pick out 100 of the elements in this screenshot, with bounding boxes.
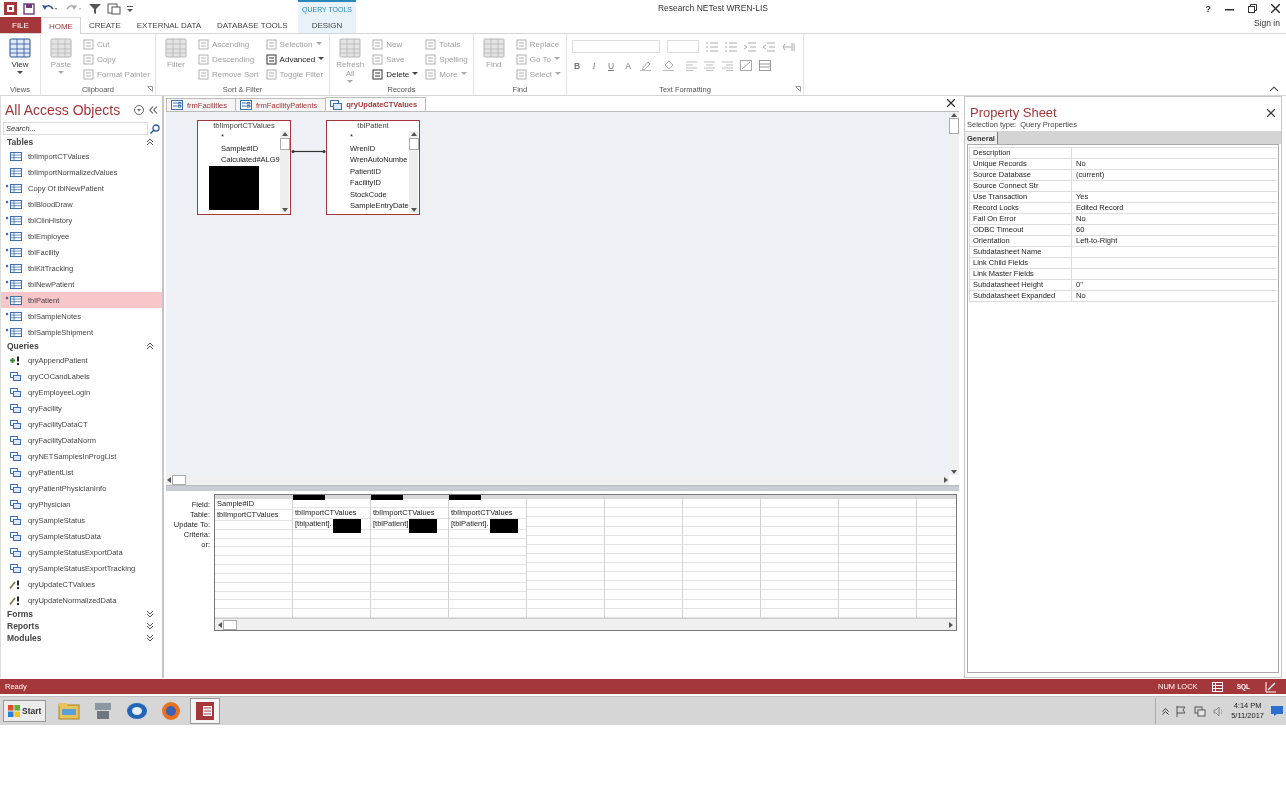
- scrollbar-thumb[interactable]: [408, 138, 419, 150]
- taskbar-button[interactable]: [190, 698, 221, 724]
- close-icon[interactable]: [1271, 4, 1280, 13]
- chevron-down-icon[interactable]: [146, 610, 154, 618]
- group-header[interactable]: Reports: [7, 621, 40, 631]
- scroll-down-arrow-icon[interactable]: [280, 207, 289, 213]
- caret-icon: [554, 57, 560, 61]
- ring-icon: [126, 701, 149, 721]
- close-icon[interactable]: [947, 99, 955, 107]
- chevron-up-icon[interactable]: [146, 342, 154, 350]
- ribbon-tab[interactable]: EXTERNAL DATA: [128, 17, 210, 33]
- form-icon: [171, 100, 183, 110]
- globe-icon: [160, 701, 183, 721]
- format-button[interactable]: U: [606, 60, 616, 71]
- group-header[interactable]: Queries: [7, 341, 39, 351]
- scrollbar-thumb[interactable]: [949, 118, 959, 134]
- start-button[interactable]: Start: [3, 700, 47, 722]
- scroll-left-arrow-icon[interactable]: [166, 476, 172, 484]
- scroll-down-arrow-icon[interactable]: [409, 207, 418, 213]
- flag-icon[interactable]: [1176, 705, 1188, 717]
- dialog-launcher-icon[interactable]: [795, 86, 801, 92]
- ribbon-button[interactable]: View: [5, 36, 35, 75]
- command-icon: [372, 53, 384, 65]
- command-icon: [265, 53, 277, 65]
- show-hidden-icons-icon[interactable]: [1162, 707, 1170, 715]
- scroll-up-arrow-icon[interactable]: [409, 131, 418, 137]
- command-icon: [425, 53, 437, 65]
- scrollbar-thumb[interactable]: [223, 619, 237, 630]
- chevron-up-icon[interactable]: [146, 138, 154, 146]
- help-button[interactable]: ?: [1205, 3, 1211, 14]
- ribbon-tab[interactable]: FILE: [0, 17, 41, 33]
- group-header[interactable]: Modules: [7, 633, 42, 643]
- ribbon-tab[interactable]: HOME: [40, 17, 81, 34]
- scroll-down-arrow-icon[interactable]: [950, 469, 958, 475]
- gridlines-icon[interactable]: [759, 60, 771, 71]
- command-icon: [197, 53, 209, 65]
- dropdown-circle-icon[interactable]: [134, 105, 144, 115]
- navigation-title[interactable]: All Access Objects: [5, 102, 129, 118]
- scroll-left-arrow-icon[interactable]: [217, 620, 223, 629]
- scroll-up-arrow-icon[interactable]: [280, 131, 289, 137]
- close-icon[interactable]: [1267, 108, 1275, 117]
- scroll-right-arrow-icon[interactable]: [943, 476, 949, 484]
- format-button[interactable]: A: [623, 60, 633, 71]
- ribbon-tab[interactable]: DESIGN: [298, 17, 356, 33]
- command-icon: [515, 68, 527, 80]
- ribbon-button[interactable]: Advanced: [265, 53, 325, 65]
- save-icon[interactable]: [23, 2, 35, 15]
- speech-bubble-icon[interactable]: [1271, 706, 1283, 716]
- group-header[interactable]: Tables: [7, 137, 34, 147]
- speaker-icon[interactable]: [1213, 705, 1225, 717]
- join-line[interactable]: [291, 149, 326, 154]
- datasheet-view-icon[interactable]: [1211, 681, 1223, 692]
- format-button[interactable]: B: [572, 60, 582, 71]
- caret-icon: [412, 72, 419, 76]
- caret-icon: [17, 71, 23, 75]
- command-icon: [9, 38, 31, 58]
- command-icon: [425, 68, 437, 80]
- scrollbar-thumb[interactable]: [279, 138, 290, 150]
- folder-icon: [58, 701, 81, 721]
- sign-in-link[interactable]: Sign in: [1254, 18, 1280, 28]
- query-icon: [330, 99, 343, 110]
- window-title: Research NETest WREN-LIS: [657, 3, 769, 14]
- command-icon: [372, 68, 384, 80]
- command-icon: [482, 38, 505, 58]
- database-app-icon: [194, 701, 217, 721]
- search-icon[interactable]: [150, 123, 160, 134]
- form-icon: [240, 100, 252, 110]
- form-icon[interactable]: [107, 2, 121, 15]
- command-icon: [265, 68, 277, 80]
- scrollbar-thumb[interactable]: [172, 475, 186, 485]
- scroll-up-arrow-icon[interactable]: [950, 112, 958, 118]
- restore-icon[interactable]: [1248, 4, 1257, 13]
- font-size-field[interactable]: [667, 40, 699, 53]
- caret-icon: [58, 71, 64, 75]
- command-icon: [83, 68, 94, 80]
- network-icon[interactable]: [1194, 705, 1207, 717]
- chevron-down-icon[interactable]: [146, 634, 154, 642]
- command-icon: [515, 38, 527, 50]
- command-icon: [50, 38, 72, 58]
- command-icon: [164, 38, 187, 58]
- command-icon: [339, 38, 362, 58]
- caret-icon: [315, 42, 322, 46]
- command-icon: [515, 53, 527, 65]
- ribbon-button[interactable]: Delete: [372, 68, 419, 80]
- caret-icon: [555, 72, 561, 76]
- group-header[interactable]: Forms: [7, 609, 33, 619]
- collapse-ribbon-icon[interactable]: [1270, 86, 1278, 91]
- format-button[interactable]: I: [589, 60, 599, 71]
- command-icon: [425, 38, 437, 50]
- font-name-field[interactable]: [572, 40, 660, 53]
- dialog-launcher-icon[interactable]: [146, 86, 153, 92]
- command-icon: [265, 38, 277, 50]
- four-squares-icon: [8, 705, 20, 717]
- chevron-down-icon[interactable]: [146, 622, 154, 630]
- design-view-icon[interactable]: [1264, 680, 1278, 693]
- ribbon-tab[interactable]: CREATE: [80, 17, 129, 33]
- collapse-pane-icon[interactable]: [149, 106, 158, 114]
- scroll-right-arrow-icon[interactable]: [948, 620, 954, 629]
- ribbon-tab[interactable]: DATABASE TOOLS: [209, 17, 296, 33]
- filter-icon[interactable]: [89, 2, 101, 15]
